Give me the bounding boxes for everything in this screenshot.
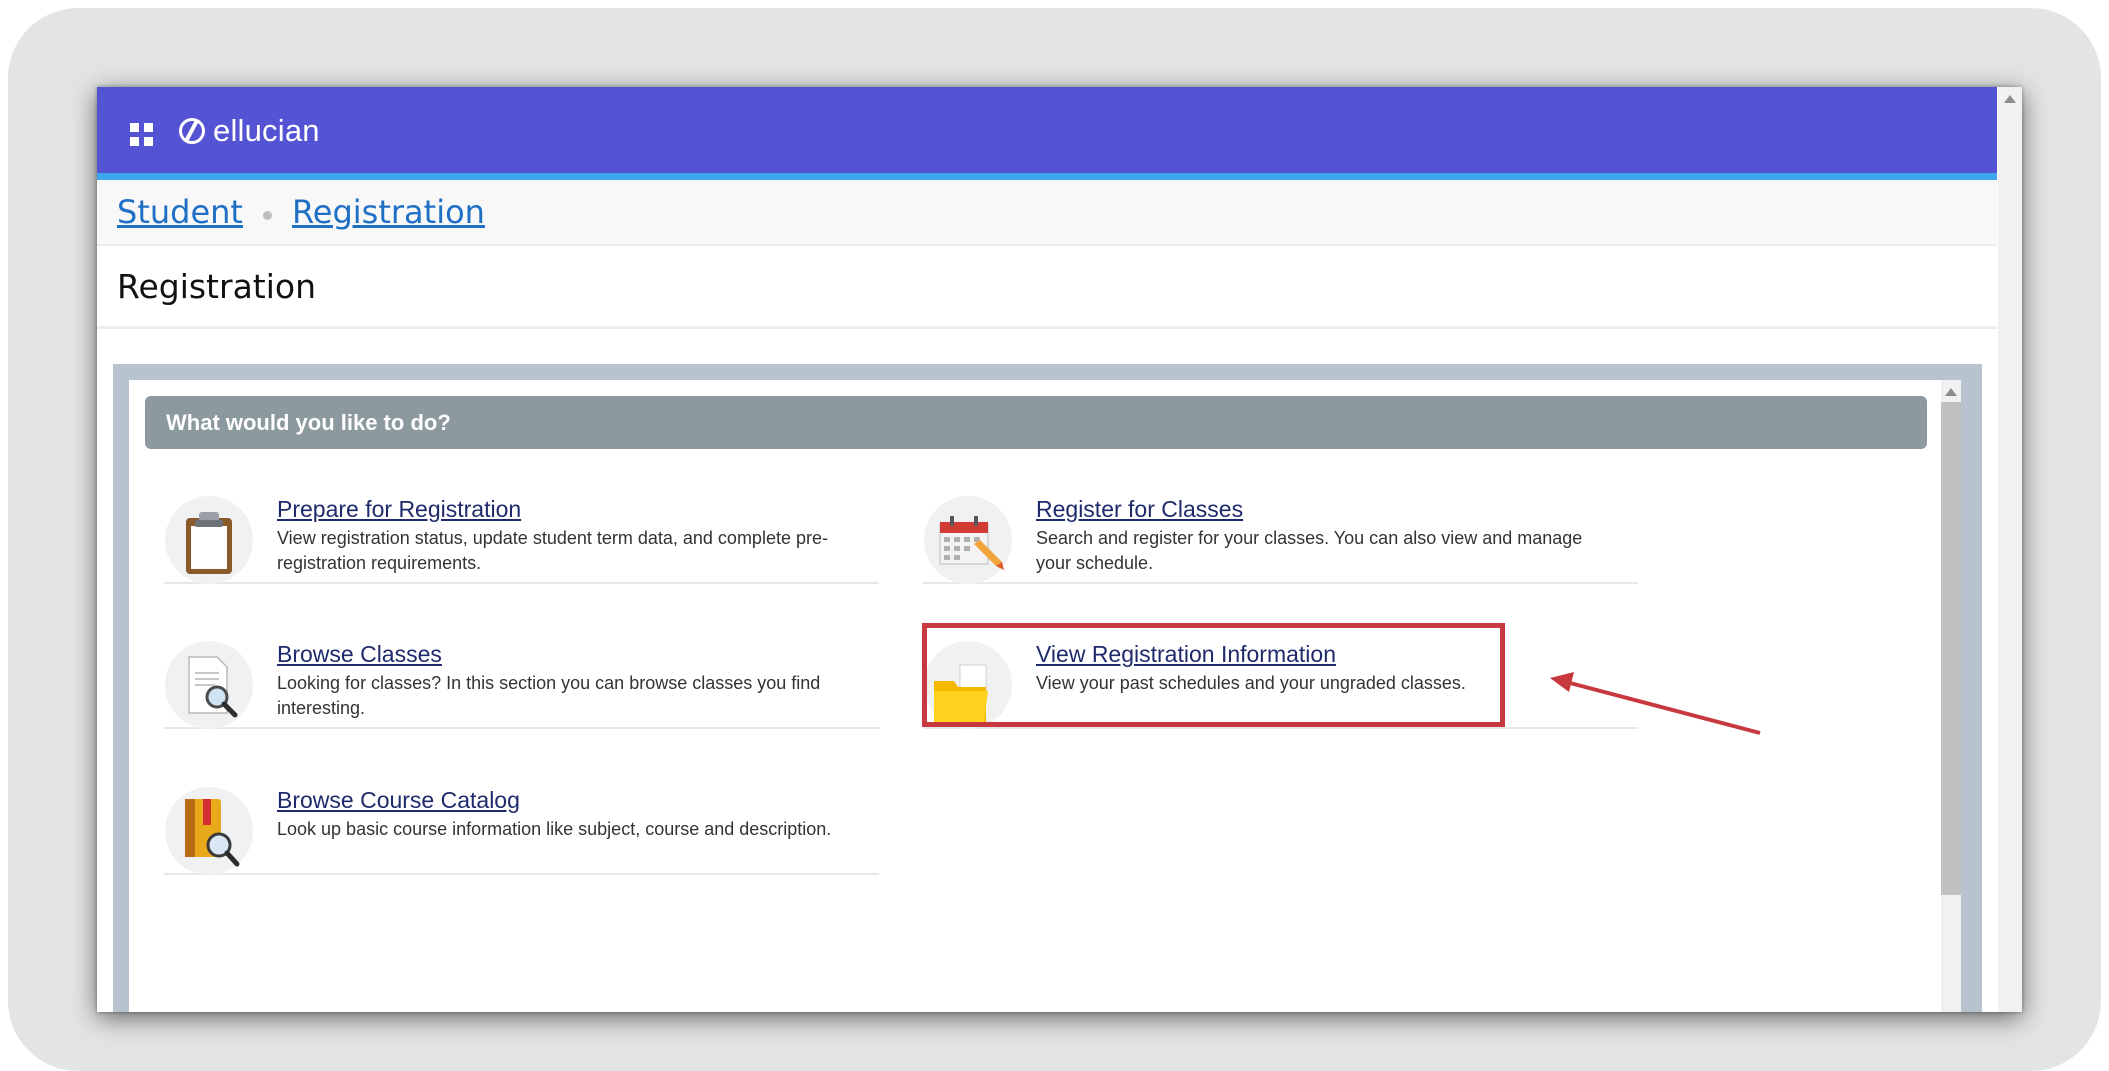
annotation-arrow-icon <box>1550 672 1761 735</box>
